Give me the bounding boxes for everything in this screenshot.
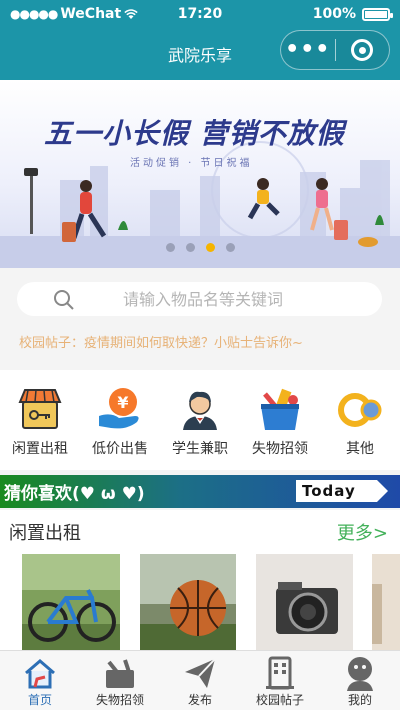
carousel-dot[interactable]: [185, 243, 195, 252]
category-idle-rent[interactable]: 闲置出租: [0, 378, 80, 458]
battery-percent: 100%: [312, 6, 356, 22]
category-label: 失物招领: [252, 441, 308, 457]
search-icon: [54, 290, 74, 310]
carousel-indicators: [0, 243, 400, 252]
item-thumbnail[interactable]: [372, 554, 400, 650]
category-label: 其他: [346, 441, 374, 457]
idle-rent-section: 闲置出租 更多>: [0, 510, 400, 650]
camera-image: [256, 554, 353, 650]
battery-icon: [362, 7, 393, 21]
tab-campus-posts[interactable]: 校园帖子: [240, 655, 320, 708]
user-icon: [347, 657, 373, 691]
svg-text:¥: ¥: [117, 393, 128, 412]
tab-label: 首页: [27, 693, 52, 707]
item-thumbnail[interactable]: [140, 554, 236, 650]
app-page: ●●●●● WeChat 17:20 100% 武院乐享 ••• 五一小长假 营…: [0, 0, 400, 710]
header: ●●●●● WeChat 17:20 100% 武院乐享 •••: [0, 0, 400, 80]
item-thumbnail[interactable]: [256, 554, 353, 650]
today-tag: Today: [296, 480, 388, 502]
close-button[interactable]: [335, 39, 389, 61]
waiter-icon: [183, 391, 217, 430]
more-button[interactable]: •••: [281, 32, 335, 68]
search-bar[interactable]: [17, 282, 382, 316]
banner-subtitle: 活动促销 · 节日祝福: [130, 158, 253, 169]
notice-text[interactable]: 校园帖子：疫情期间如何取快递？小贴士告诉你~: [19, 332, 303, 351]
category-grid: 闲置出租 ¥ 低价出售 学生兼职 失物招领 其他: [0, 370, 400, 470]
tab-label: 校园帖子: [255, 693, 304, 707]
toolbox-icon: [106, 659, 134, 688]
tab-bar: 首页 失物招领 发布 校园帖子 我的: [0, 650, 400, 710]
carousel-dot[interactable]: [225, 243, 235, 252]
tab-label: 发布: [187, 693, 212, 707]
category-label: 低价出售: [92, 441, 148, 457]
basketball-image: [140, 554, 236, 650]
search-input[interactable]: [123, 282, 363, 316]
item-image: [372, 554, 400, 650]
guess-title: 猜你喜欢(♥ ω ♥): [4, 484, 145, 504]
guess-you-like-banner: 猜你喜欢(♥ ω ♥) Today: [0, 475, 400, 508]
status-bar: ●●●●● WeChat 17:20 100%: [0, 0, 400, 30]
rings-icon: [338, 393, 382, 427]
paper-plane-icon: [185, 658, 216, 688]
item-thumbnail[interactable]: [22, 554, 120, 650]
tab-label: 我的: [347, 693, 372, 707]
building-icon: [266, 656, 294, 690]
search-area: 校园帖子：疫情期间如何取快递？小贴士告诉你~: [0, 268, 400, 368]
tab-publish[interactable]: 发布: [160, 655, 240, 708]
bicycle-image: [22, 554, 120, 650]
category-other[interactable]: 其他: [320, 378, 400, 458]
shop-icon: [18, 389, 62, 429]
tab-lost-found[interactable]: 失物招领: [80, 655, 160, 708]
status-right: 100%: [312, 6, 393, 22]
tab-label: 失物招领: [95, 693, 144, 707]
category-label: 学生兼职: [172, 441, 228, 457]
carousel-dot[interactable]: [205, 243, 215, 252]
banner-headline: 五一小长假 营销不放假: [44, 117, 345, 150]
carousel-dot[interactable]: [165, 243, 175, 252]
tab-profile[interactable]: 我的: [320, 655, 400, 708]
battery-fill: [365, 10, 387, 18]
category-low-price-sale[interactable]: ¥ 低价出售: [80, 378, 160, 458]
yuan-hand-icon: ¥: [99, 388, 139, 429]
target-icon: [351, 39, 374, 61]
mini-program-capsule: •••: [280, 30, 390, 70]
category-label: 闲置出租: [12, 441, 68, 457]
banner-illustration: [0, 141, 400, 268]
tab-home[interactable]: 首页: [0, 655, 80, 708]
category-lost-found[interactable]: 失物招领: [240, 378, 320, 458]
home-icon: [25, 659, 55, 689]
category-student-parttime[interactable]: 学生兼职: [160, 378, 240, 458]
section-title: 闲置出租: [9, 523, 81, 544]
basket-icon: [261, 388, 299, 430]
more-link[interactable]: 更多>: [337, 519, 388, 545]
banner-carousel[interactable]: 五一小长假 营销不放假 活动促销 · 节日祝福: [0, 80, 400, 268]
